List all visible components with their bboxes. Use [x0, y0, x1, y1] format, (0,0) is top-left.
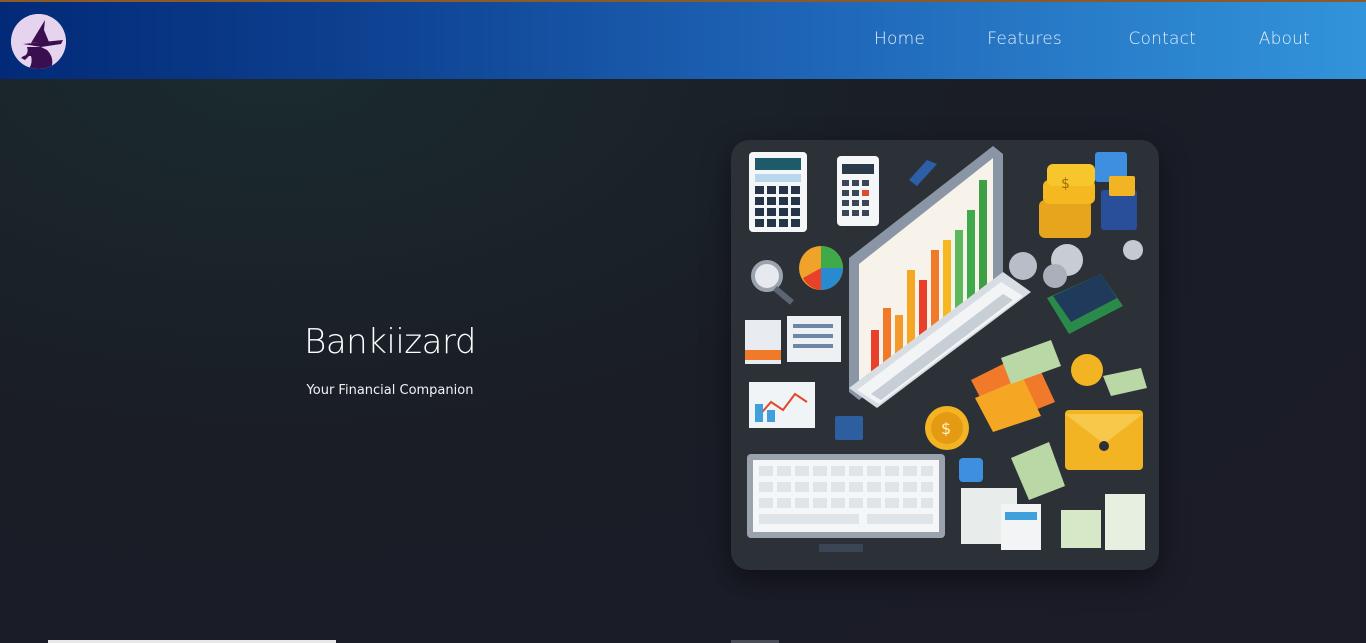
computer-keyboard-icon: [747, 454, 945, 552]
gold-coins-icon: $: [1039, 164, 1095, 238]
chart-sheet-icon: [749, 382, 815, 428]
nav-features-link[interactable]: Features: [987, 29, 1062, 49]
calculator-icon: [749, 152, 807, 232]
svg-text:$: $: [1061, 176, 1070, 192]
nav-contact-link[interactable]: Contact: [1128, 29, 1196, 49]
svg-text:$: $: [941, 419, 951, 438]
nav-home-link[interactable]: Home: [874, 29, 925, 49]
witch-silhouette-icon: [11, 14, 66, 69]
books-icon: [1095, 152, 1137, 230]
calculator-small-icon: [837, 156, 879, 226]
dollar-coin-icon: $: [925, 406, 969, 450]
envelope-icon: [1065, 410, 1143, 470]
finance-desk-illustration: $ $: [731, 140, 1159, 570]
nav-about-link[interactable]: About: [1259, 29, 1310, 49]
wallet-icon: [971, 340, 1061, 432]
hero-subtitle: Your Financial Companion: [306, 383, 474, 398]
magnifier-icon: [751, 260, 794, 305]
hero-title: Bankiizard: [304, 322, 476, 362]
site-header: Home Features Contact About: [0, 2, 1366, 79]
pie-chart-icon: [799, 246, 843, 290]
documents-icon: [745, 316, 841, 364]
logo[interactable]: [11, 14, 66, 69]
